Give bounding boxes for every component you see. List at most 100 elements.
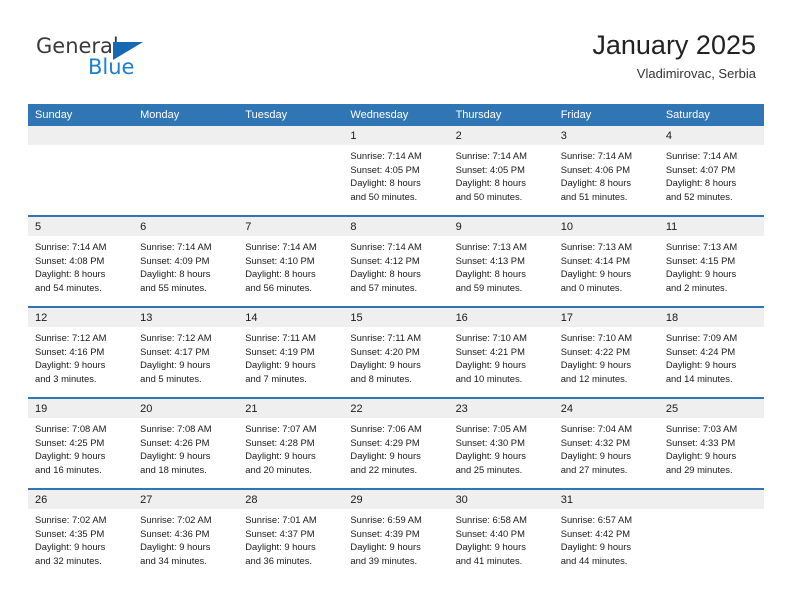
day-number: 5 xyxy=(28,217,134,236)
calendar-day-cell[interactable]: 21 Sunrise: 7:07 AM Sunset: 4:28 PM Dayligh… xyxy=(238,397,344,489)
sunrise-time: Sunrise: 7:07 AM xyxy=(245,423,317,434)
day-number: 12 xyxy=(28,308,134,327)
calendar-day-cell[interactable]: 27 Sunrise: 7:02 AM Sunset: 4:36 PM Dayligh… xyxy=(133,488,239,579)
calendar-day-cell[interactable]: 18 Sunrise: 7:09 AM Sunset: 4:24 PM Dayligh… xyxy=(658,306,764,398)
sunset-time: Sunset: 4:33 PM xyxy=(665,436,736,448)
sunset-time: Sunset: 4:25 PM xyxy=(35,436,105,448)
weekday-header-tuesday: Tuesday xyxy=(238,104,344,126)
calendar-day-cell[interactable]: 14 Sunrise: 7:11 AM Sunset: 4:19 PM Dayligh… xyxy=(238,306,344,398)
day-sun-info: Sunrise: 7:13 AM Sunset: 4:13 PM Daylight:… xyxy=(449,236,554,294)
sunset-time: Sunset: 4:20 PM xyxy=(350,345,420,357)
calendar-day-cell[interactable]: 3 Sunrise: 7:14 AM Sunset: 4:06 PM Daylight… xyxy=(553,126,659,216)
calendar-day-cell[interactable]: 31 Sunrise: 6:57 AM Sunset: 4:42 PM Dayligh… xyxy=(553,488,659,579)
sunrise-time: Sunrise: 7:09 AM xyxy=(665,332,738,343)
calendar-day-cell[interactable]: 19 Sunrise: 7:08 AM Sunset: 4:25 PM Dayligh… xyxy=(28,397,134,489)
calendar-day-cell[interactable]: 26 Sunrise: 7:02 AM Sunset: 4:35 PM Dayligh… xyxy=(28,488,134,579)
daylight-duration-line2: and 25 minutes. xyxy=(455,463,523,475)
calendar-day-cell[interactable]: 22 Sunrise: 7:06 AM Sunset: 4:29 PM Dayligh… xyxy=(343,397,449,489)
calendar-day-cell[interactable]: 20 Sunrise: 7:08 AM Sunset: 4:26 PM Dayligh… xyxy=(133,397,239,489)
sunset-time: Sunset: 4:10 PM xyxy=(245,254,315,266)
day-number: 23 xyxy=(448,399,554,418)
day-cell-content: 5 Sunrise: 7:14 AM Sunset: 4:08 PM Daylight… xyxy=(28,217,134,306)
day-number: 2 xyxy=(448,126,554,145)
calendar-day-cell[interactable]: 11 Sunrise: 7:13 AM Sunset: 4:15 PM Dayligh… xyxy=(658,215,764,307)
day-cell-content: 14 Sunrise: 7:11 AM Sunset: 4:19 PM Dayligh… xyxy=(238,308,344,397)
calendar-day-cell[interactable]: 16 Sunrise: 7:10 AM Sunset: 4:21 PM Dayligh… xyxy=(448,306,554,398)
sunrise-time: Sunrise: 6:59 AM xyxy=(350,514,422,525)
sunrise-time: Sunrise: 7:10 AM xyxy=(560,332,633,343)
daylight-duration-line2: and 12 minutes. xyxy=(560,372,628,384)
daylight-duration-line2: and 41 minutes. xyxy=(455,554,523,566)
calendar-week-row: 26 Sunrise: 7:02 AM Sunset: 4:35 PM Dayligh… xyxy=(28,488,764,579)
calendar-day-cell[interactable]: 6 Sunrise: 7:14 AM Sunset: 4:09 PM Daylight… xyxy=(133,215,239,307)
page-title: January 2025 xyxy=(592,30,756,60)
sunrise-time: Sunrise: 7:10 AM xyxy=(455,332,527,343)
day-number: 6 xyxy=(133,217,239,236)
calendar-day-cell[interactable]: 5 Sunrise: 7:14 AM Sunset: 4:08 PM Daylight… xyxy=(28,215,134,307)
sunrise-time: Sunrise: 7:04 AM xyxy=(560,423,633,434)
sunset-time: Sunset: 4:39 PM xyxy=(350,527,420,539)
sunrise-time: Sunrise: 7:14 AM xyxy=(245,241,317,252)
calendar-day-cell[interactable]: 1 Sunrise: 7:14 AM Sunset: 4:05 PM Daylight… xyxy=(343,126,449,216)
sunset-time: Sunset: 4:26 PM xyxy=(140,436,210,448)
daylight-duration-line2: and 36 minutes. xyxy=(245,554,312,566)
day-sun-info: Sunrise: 7:14 AM Sunset: 4:07 PM Daylight:… xyxy=(659,145,764,203)
calendar-day-cell[interactable]: 8 Sunrise: 7:14 AM Sunset: 4:12 PM Daylight… xyxy=(343,215,449,307)
sunset-time: Sunset: 4:19 PM xyxy=(245,345,315,357)
calendar-day-cell[interactable]: 15 Sunrise: 7:11 AM Sunset: 4:20 PM Dayligh… xyxy=(343,306,449,398)
calendar-day-cell[interactable]: 7 Sunrise: 7:14 AM Sunset: 4:10 PM Daylight… xyxy=(238,215,344,307)
calendar-day-cell[interactable]: 12 Sunrise: 7:12 AM Sunset: 4:16 PM Dayligh… xyxy=(28,306,134,398)
day-number: 21 xyxy=(238,399,344,418)
calendar-week-row: 5 Sunrise: 7:14 AM Sunset: 4:08 PM Daylight… xyxy=(28,215,764,307)
daylight-duration-line1: Daylight: 9 hours xyxy=(35,359,106,371)
daylight-duration-line2: and 10 minutes. xyxy=(455,372,523,384)
sunset-time: Sunset: 4:06 PM xyxy=(560,163,631,175)
calendar-day-cell[interactable]: 10 Sunrise: 7:13 AM Sunset: 4:14 PM Dayligh… xyxy=(553,215,659,307)
daylight-duration-line2: and 50 minutes. xyxy=(455,190,523,202)
sunrise-time: Sunrise: 7:01 AM xyxy=(245,514,317,525)
daylight-duration-line1: Daylight: 9 hours xyxy=(350,450,421,462)
sunset-time: Sunset: 4:40 PM xyxy=(455,527,525,539)
day-cell-content: 25 Sunrise: 7:03 AM Sunset: 4:33 PM Dayligh… xyxy=(658,399,764,488)
daylight-duration-line1: Daylight: 9 hours xyxy=(245,359,316,371)
brand-name-general: General xyxy=(36,34,119,58)
day-cell-content: 20 Sunrise: 7:08 AM Sunset: 4:26 PM Dayligh… xyxy=(133,399,239,488)
day-cell-content xyxy=(133,126,239,215)
sunrise-time: Sunrise: 7:08 AM xyxy=(35,423,107,434)
calendar-day-cell[interactable]: 28 Sunrise: 7:01 AM Sunset: 4:37 PM Dayligh… xyxy=(238,488,344,579)
calendar-day-cell[interactable]: 29 Sunrise: 6:59 AM Sunset: 4:39 PM Dayligh… xyxy=(343,488,449,579)
calendar-day-cell[interactable]: 2 Sunrise: 7:14 AM Sunset: 4:05 PM Daylight… xyxy=(448,126,554,216)
brand-name-blue: Blue xyxy=(88,55,135,79)
daylight-duration-line2: and 44 minutes. xyxy=(560,554,628,566)
day-sun-info: Sunrise: 7:14 AM Sunset: 4:09 PM Daylight:… xyxy=(133,236,238,294)
sunrise-time: Sunrise: 7:12 AM xyxy=(140,332,212,343)
calendar-day-cell[interactable]: 30 Sunrise: 6:58 AM Sunset: 4:40 PM Dayligh… xyxy=(448,488,554,579)
day-cell-content: 13 Sunrise: 7:12 AM Sunset: 4:17 PM Dayligh… xyxy=(133,308,239,397)
day-number: 22 xyxy=(343,399,449,418)
sunset-time: Sunset: 4:15 PM xyxy=(665,254,736,266)
calendar-day-cell[interactable]: 24 Sunrise: 7:04 AM Sunset: 4:32 PM Dayligh… xyxy=(553,397,659,489)
daylight-duration-line1: Daylight: 9 hours xyxy=(35,541,106,553)
day-number: 16 xyxy=(448,308,554,327)
calendar-day-cell[interactable]: 25 Sunrise: 7:03 AM Sunset: 4:33 PM Dayligh… xyxy=(658,397,764,489)
day-cell-content: 16 Sunrise: 7:10 AM Sunset: 4:21 PM Dayligh… xyxy=(448,308,554,397)
day-number: 13 xyxy=(133,308,239,327)
day-number xyxy=(238,126,344,145)
calendar-day-cell[interactable]: 17 Sunrise: 7:10 AM Sunset: 4:22 PM Dayligh… xyxy=(553,306,659,398)
day-number: 26 xyxy=(28,490,134,509)
calendar-day-cell[interactable]: 9 Sunrise: 7:13 AM Sunset: 4:13 PM Daylight… xyxy=(448,215,554,307)
daylight-duration-line1: Daylight: 9 hours xyxy=(665,359,737,371)
daylight-duration-line2: and 39 minutes. xyxy=(350,554,418,566)
day-sun-info: Sunrise: 7:14 AM Sunset: 4:05 PM Daylight:… xyxy=(343,145,448,203)
day-number xyxy=(133,126,239,145)
daylight-duration-line2: and 27 minutes. xyxy=(560,463,628,475)
calendar-day-cell[interactable]: 23 Sunrise: 7:05 AM Sunset: 4:30 PM Dayligh… xyxy=(448,397,554,489)
sunrise-time: Sunrise: 7:14 AM xyxy=(560,150,633,161)
brand-logo[interactable]: General Blue xyxy=(36,36,266,92)
calendar-day-cell[interactable]: 4 Sunrise: 7:14 AM Sunset: 4:07 PM Daylight… xyxy=(658,126,764,216)
calendar-day-cell[interactable]: 13 Sunrise: 7:12 AM Sunset: 4:17 PM Dayligh… xyxy=(133,306,239,398)
day-sun-info: Sunrise: 7:13 AM Sunset: 4:15 PM Daylight:… xyxy=(659,236,764,294)
day-sun-info: Sunrise: 7:14 AM Sunset: 4:10 PM Daylight:… xyxy=(238,236,343,294)
day-cell-content: 9 Sunrise: 7:13 AM Sunset: 4:13 PM Daylight… xyxy=(448,217,554,306)
daylight-duration-line2: and 22 minutes. xyxy=(350,463,418,475)
